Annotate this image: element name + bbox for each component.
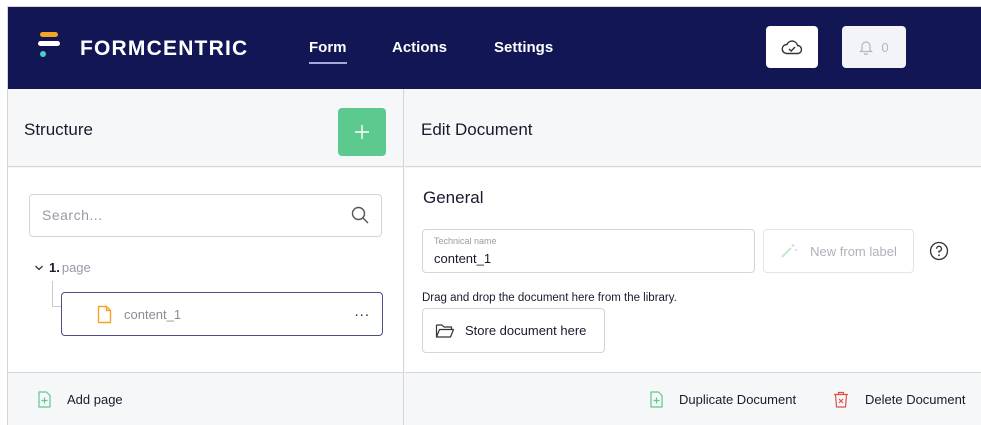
cloud-check-icon (781, 40, 803, 55)
store-document-dropzone[interactable]: Store document here (422, 308, 605, 353)
trash-icon (834, 391, 848, 408)
file-plus-icon (650, 391, 663, 408)
delete-document-button[interactable]: Delete Document (833, 391, 965, 408)
structure-title: Structure (24, 120, 93, 139)
magic-wand-icon (781, 244, 798, 258)
notifications-count: 0 (881, 39, 889, 55)
tree-connector (52, 281, 53, 306)
edit-document-panel: Edit Document General Technical name con… (405, 89, 981, 425)
new-from-label-text: New from label (810, 243, 897, 259)
brand-name: FORMCENTRIC (80, 37, 249, 60)
new-from-label-button[interactable]: New from label (763, 229, 914, 273)
search-input[interactable] (42, 207, 332, 223)
chevron-down-icon[interactable] (34, 264, 44, 272)
technical-name-label: Technical name (434, 236, 497, 246)
delete-document-label: Delete Document (865, 392, 966, 407)
help-icon[interactable] (929, 241, 949, 261)
notifications-button[interactable]: 0 (842, 26, 906, 68)
add-element-button[interactable] (338, 108, 386, 156)
cloud-save-button[interactable] (766, 26, 818, 68)
technical-name-value: content_1 (434, 251, 492, 266)
formcentric-logo (38, 32, 60, 62)
section-general-title: General (423, 188, 484, 207)
structure-footer: Add page (8, 372, 403, 425)
duplicate-document-button[interactable]: Duplicate Document (650, 391, 796, 408)
store-document-label: Store document here (465, 323, 587, 338)
structure-body: 1. page content_1 ... (8, 168, 403, 372)
file-plus-icon (38, 391, 51, 408)
technical-name-field[interactable]: Technical name content_1 (422, 229, 755, 273)
bell-icon (859, 41, 874, 55)
edit-body: General Technical name content_1 New fro… (405, 168, 981, 372)
node-name: content_1 (124, 307, 182, 322)
structure-header: Structure (8, 89, 403, 167)
nav-actions[interactable]: Actions (392, 39, 447, 56)
drag-drop-hint: Drag and drop the document here from the… (422, 292, 677, 304)
edit-title: Edit Document (421, 120, 533, 139)
file-icon (97, 305, 112, 324)
page-number: 1. (49, 260, 60, 275)
tree-node-content[interactable]: content_1 ... (61, 292, 383, 336)
folder-icon (435, 323, 455, 338)
edit-footer: Duplicate Document Delete Document (405, 372, 981, 425)
structure-search (29, 194, 382, 237)
structure-panel: Structure 1. page (8, 89, 404, 425)
nav-form[interactable]: Form (309, 39, 347, 64)
more-icon[interactable]: ... (354, 303, 370, 320)
app-window: FORMCENTRIC Form Actions Settings 0 Stru… (7, 6, 981, 425)
nav-settings[interactable]: Settings (494, 39, 553, 56)
tree-connector (52, 306, 61, 307)
top-navigation: FORMCENTRIC Form Actions Settings 0 (8, 7, 981, 89)
page-label: page (61, 260, 91, 275)
plus-icon (355, 125, 369, 139)
add-page-label: Add page (67, 392, 123, 407)
duplicate-document-label: Duplicate Document (679, 392, 797, 407)
add-page-button[interactable]: Add page (38, 391, 123, 408)
edit-header: Edit Document (405, 89, 981, 167)
search-icon[interactable] (351, 206, 369, 224)
tree-page-item[interactable]: 1. page (34, 260, 91, 275)
